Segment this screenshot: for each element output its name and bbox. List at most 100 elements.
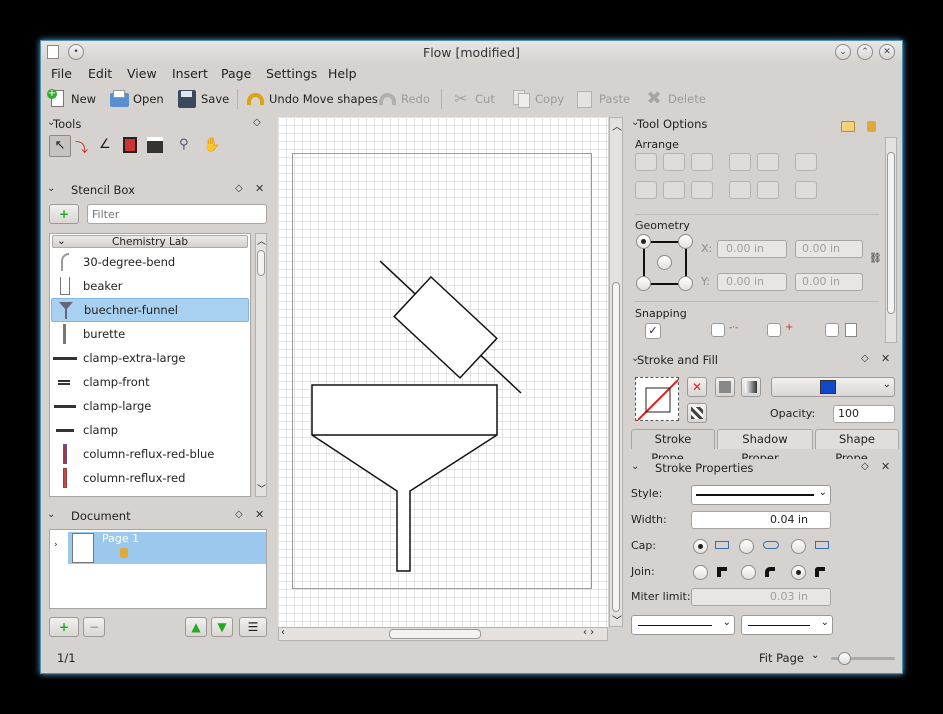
- stroke-width-field[interactable]: 0.04 in: [691, 511, 831, 529]
- add-stencil-button[interactable]: +: [49, 204, 79, 224]
- align-middle-icon[interactable]: [663, 181, 685, 199]
- group-icon[interactable]: [795, 153, 817, 171]
- menu-file[interactable]: File: [51, 66, 72, 81]
- panel-close-icon[interactable]: ✕: [881, 352, 890, 365]
- expand-arrow-icon[interactable]: ›: [54, 540, 58, 550]
- menu-help[interactable]: Help: [328, 66, 357, 81]
- send-back-icon[interactable]: [757, 181, 779, 199]
- panel-float-icon[interactable]: ◇: [861, 461, 869, 472]
- menu-page[interactable]: Page: [221, 66, 251, 81]
- panel-float-icon[interactable]: ◇: [235, 509, 243, 520]
- raise-icon[interactable]: [729, 153, 751, 171]
- bring-front-icon[interactable]: [757, 153, 779, 171]
- align-bottom-icon[interactable]: [691, 181, 713, 199]
- stencil-list-scrollbar[interactable]: ︿ ﹀: [255, 233, 267, 497]
- lower-icon[interactable]: [729, 181, 751, 199]
- snap-extension-toggle[interactable]: [767, 323, 781, 337]
- height-geometry-field[interactable]: 0.00 in: [795, 273, 863, 291]
- join-bevel-radio[interactable]: [791, 565, 806, 580]
- end-marker-dropdown[interactable]: ⌄: [741, 615, 833, 635]
- stroke-fill-swatch[interactable]: [635, 377, 679, 421]
- cap-round-radio[interactable]: [739, 539, 754, 554]
- solid-color-button[interactable]: [715, 377, 735, 397]
- anchor-selector[interactable]: [636, 234, 693, 291]
- lock-icon[interactable]: [120, 548, 128, 558]
- start-marker-dropdown[interactable]: ⌄: [631, 615, 735, 635]
- pan-hand-icon[interactable]: ✋: [203, 137, 221, 155]
- align-right-icon[interactable]: [691, 153, 713, 171]
- new-button[interactable]: + New: [47, 88, 96, 110]
- anchor-bottom-left[interactable]: [636, 276, 651, 291]
- cap-square-radio[interactable]: [791, 539, 806, 554]
- zoom-tool-icon[interactable]: ⚲: [179, 137, 197, 155]
- scrollbar-thumb[interactable]: [887, 152, 895, 314]
- page-view-options-button[interactable]: ☰: [239, 617, 267, 637]
- menu-insert[interactable]: Insert: [172, 66, 208, 81]
- align-left-icon[interactable]: [635, 153, 657, 171]
- menu-edit[interactable]: Edit: [88, 66, 112, 81]
- line-style-dropdown[interactable]: ⌄: [691, 485, 831, 505]
- clapper-tool-icon[interactable]: [147, 137, 163, 153]
- chain-link-icon[interactable]: ⛓: [869, 253, 882, 264]
- stencil-item[interactable]: burette: [51, 322, 249, 346]
- move-page-up-button[interactable]: ▲: [185, 617, 207, 637]
- stencil-item[interactable]: clamp: [51, 418, 249, 442]
- scrollbar-thumb[interactable]: [389, 629, 481, 639]
- canvas-horizontal-scrollbar[interactable]: ‹ ‹ ›: [278, 627, 608, 641]
- stencil-item-selected[interactable]: buechner-funnel: [51, 298, 249, 322]
- width-geometry-field[interactable]: 0.00 in: [795, 240, 863, 258]
- panel-float-icon[interactable]: ◇: [253, 117, 261, 128]
- panel-close-icon[interactable]: ✕: [881, 460, 890, 473]
- snap-orthogonal-toggle[interactable]: [711, 323, 725, 337]
- open-button[interactable]: Open: [109, 88, 164, 110]
- chevron-down-icon[interactable]: ﹀: [612, 612, 622, 627]
- menu-view[interactable]: View: [127, 66, 157, 81]
- panel-collapse-icon[interactable]: ⌄: [47, 183, 55, 194]
- stencil-item[interactable]: beaker: [51, 274, 249, 298]
- delete-button[interactable]: ✖ Delete: [644, 88, 705, 110]
- chevron-up-icon[interactable]: ︿: [257, 234, 266, 247]
- panel-collapse-icon[interactable]: ⌄: [47, 509, 55, 520]
- anchor-top-right[interactable]: [678, 234, 693, 249]
- zoom-slider[interactable]: [831, 652, 895, 665]
- stencil-item[interactable]: clamp-large: [51, 394, 249, 418]
- tab-stroke-properties[interactable]: Stroke Prope...: [631, 429, 715, 465]
- redo-button[interactable]: Redo: [377, 88, 430, 110]
- scrollbar-thumb[interactable]: [612, 282, 620, 612]
- x-position-field[interactable]: 0.00 in: [717, 240, 787, 258]
- stencil-item[interactable]: column-reflux-red-blue: [51, 442, 249, 466]
- chevron-up-icon[interactable]: ︿: [612, 118, 622, 133]
- stencil-filter-input[interactable]: [87, 204, 267, 224]
- cut-button[interactable]: ✂ Cut: [451, 88, 495, 110]
- drawing-canvas[interactable]: [278, 117, 608, 627]
- stencil-category-header[interactable]: ⌄ Chemistry Lab: [52, 235, 248, 248]
- ungroup-icon[interactable]: [795, 181, 817, 199]
- connection-tool-icon[interactable]: ⤵: [75, 137, 93, 156]
- color-picker-dropdown[interactable]: ⌄: [771, 377, 895, 397]
- align-center-icon[interactable]: [663, 153, 685, 171]
- copy-button[interactable]: Copy: [511, 88, 564, 110]
- canvas-vertical-scrollbar[interactable]: ︿ ﹀: [609, 117, 623, 627]
- panel-collapse-icon[interactable]: ⌄: [631, 461, 639, 472]
- gradient-button[interactable]: [741, 377, 761, 397]
- page-row-selected[interactable]: Page 1: [68, 532, 266, 564]
- opacity-field[interactable]: 100: [833, 405, 895, 423]
- folder-icon[interactable]: [841, 121, 855, 132]
- lock-icon[interactable]: [867, 121, 876, 132]
- drawing-shapes[interactable]: [278, 117, 608, 627]
- stencil-item[interactable]: clamp-extra-large: [51, 346, 249, 370]
- scrollbar-thumb[interactable]: [257, 250, 265, 276]
- zoom-slider-handle[interactable]: [838, 652, 851, 665]
- stencil-item[interactable]: 30-degree-bend: [51, 250, 249, 274]
- panel-float-icon[interactable]: ◇: [861, 353, 869, 364]
- maximize-button[interactable]: ⌃: [857, 44, 873, 60]
- cap-flat-radio[interactable]: [693, 539, 708, 554]
- join-miter-radio[interactable]: [693, 565, 708, 580]
- panel-float-icon[interactable]: ◇: [235, 183, 243, 194]
- tab-shadow-properties[interactable]: Shadow Proper...: [717, 429, 813, 465]
- stencil-item[interactable]: column-reflux-red: [51, 466, 249, 490]
- pointer-tool-icon[interactable]: ↖: [49, 135, 71, 157]
- chevron-down-icon[interactable]: ﹀: [257, 482, 266, 495]
- pattern-button[interactable]: [687, 403, 707, 423]
- pencil-tool-icon[interactable]: ∠: [99, 137, 117, 155]
